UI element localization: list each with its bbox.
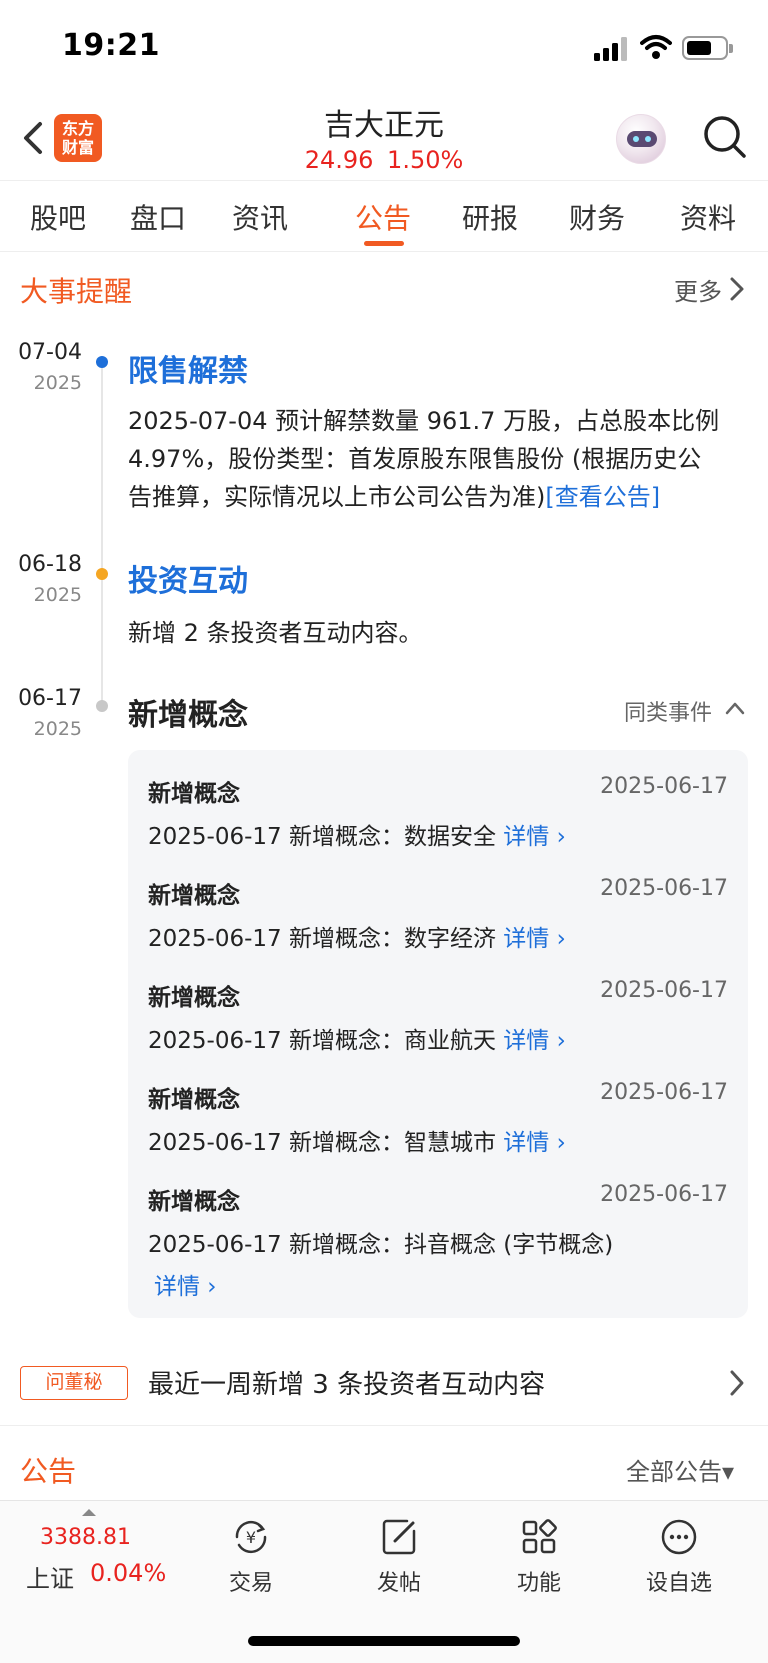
chevron-up-icon[interactable] (724, 700, 746, 716)
timeline-dot-gray (96, 700, 108, 712)
grid-apps-icon (522, 1519, 557, 1554)
secretary-badge: 问董秘 (20, 1366, 128, 1400)
concept-text: 2025-06-17 新增概念：智慧城市 (148, 1130, 496, 1156)
tab-news[interactable]: 资讯 (215, 197, 305, 237)
concept-title: 新增概念 (148, 781, 240, 807)
concept-title: 新增概念 (148, 1087, 240, 1113)
home-indicator[interactable] (248, 1636, 520, 1646)
tab-finance[interactable]: 财务 (552, 197, 642, 237)
event-year: 2025 (33, 718, 82, 740)
search-icon[interactable] (700, 112, 750, 162)
chevron-right-icon[interactable] (728, 276, 746, 302)
detail-link[interactable]: 详情 (503, 926, 549, 952)
logo-line2: 财富 (61, 138, 94, 157)
event-year: 2025 (33, 584, 82, 606)
detail-link[interactable]: 详情 (503, 824, 549, 850)
stock-header: 东方 财富 吉大正元 24.96 1.50% (0, 96, 768, 180)
event-body-line: 4.97%，股份类型：首发原股东限售股份 (根据历史公 (128, 445, 702, 473)
concept-title: 新增概念 (148, 985, 240, 1011)
detail-link[interactable]: 详情 (503, 1028, 549, 1054)
event-date: 06-17 (18, 686, 82, 711)
trade-icon: ¥ (235, 1520, 267, 1554)
timeline-dot-blue (96, 356, 108, 368)
same-events-toggle[interactable]: 同类事件 (624, 695, 712, 727)
tab-pankou[interactable]: 盘口 (113, 197, 203, 237)
concept-date: 2025-06-17 (600, 978, 728, 1003)
timeline-line (101, 360, 103, 710)
board-secretary-row[interactable]: 问董秘 最近一周新增 3 条投资者互动内容 (0, 1342, 768, 1426)
event-body: 新增 2 条投资者互动内容。 (128, 619, 423, 647)
concept-title: 新增概念 (148, 883, 240, 909)
chevron-right-icon (730, 1370, 744, 1396)
concept-text: 2025-06-17 新增概念：商业航天 (148, 1028, 496, 1054)
event-date: 06-18 (18, 552, 82, 577)
nav-label: 交易 (228, 1571, 273, 1596)
concept-text: 2025-06-17 新增概念：抖音概念 (字节概念) (148, 1232, 614, 1258)
events-section-title: 大事提醒 (20, 275, 133, 308)
tab-research[interactable]: 研报 (445, 197, 535, 237)
event-date: 07-04 (18, 340, 82, 365)
status-time: 19:21 (62, 28, 160, 63)
more-events-link[interactable]: 更多 (674, 272, 722, 307)
index-change[interactable]: 0.04% (90, 1559, 166, 1587)
detail-link[interactable]: 详情 (154, 1274, 200, 1300)
concept-text: 2025-06-17 新增概念：数据安全 (148, 824, 496, 850)
concept-date: 2025-06-17 (600, 1080, 728, 1105)
concept-date: 2025-06-17 (600, 876, 728, 901)
edit-post-icon (382, 1519, 416, 1555)
secretary-text: 最近一周新增 3 条投资者互动内容 (148, 1370, 546, 1400)
assistant-robot-icon[interactable] (616, 114, 666, 164)
event-title: 新增概念 (128, 698, 248, 733)
concept-date: 2025-06-17 (600, 774, 728, 799)
wifi-icon (640, 35, 672, 59)
index-value[interactable]: 3388.81 (40, 1525, 131, 1550)
nav-trade[interactable]: ¥ 交易 (196, 1515, 306, 1597)
stock-tabs: 股吧 盘口 资讯 公告 研报 财务 资料 (0, 180, 768, 252)
concept-date: 2025-06-17 (600, 1182, 728, 1207)
index-name[interactable]: 上证 (26, 1559, 74, 1594)
nav-add-watchlist[interactable]: 设自选 (624, 1515, 734, 1597)
concept-title: 新增概念 (148, 1189, 240, 1215)
nav-label: 功能 (516, 1571, 561, 1596)
view-announcement-link[interactable]: [查看公告] (545, 483, 660, 511)
back-arrow-icon[interactable] (18, 114, 48, 162)
chevron-right-icon: › (549, 824, 566, 850)
nav-label: 发帖 (376, 1571, 421, 1596)
svg-text:¥: ¥ (246, 1528, 256, 1547)
event-year: 2025 (33, 372, 82, 394)
stock-quote: 24.96 1.50% (284, 146, 484, 174)
stock-name: 吉大正元 (324, 108, 444, 143)
concept-list: 新增概念 2025-06-17 2025-06-17 新增概念：数据安全 详情 … (128, 750, 748, 1318)
event-body-line: 2025-07-04 预计解禁数量 961.7 万股，占总股本比例 (128, 407, 720, 435)
event-body-line: 告推算，实际情况以上市公司公告为准) (128, 483, 546, 511)
status-bar: 19:21 (0, 0, 768, 96)
stock-change-pct: 1.50% (387, 146, 464, 174)
event-title[interactable]: 投资互动 (128, 556, 248, 600)
nav-functions[interactable]: 功能 (484, 1515, 594, 1597)
nav-label: 设自选 (645, 1571, 712, 1596)
battery-icon (682, 36, 733, 60)
tab-profile[interactable]: 资料 (663, 197, 753, 237)
chevron-right-icon: › (549, 1028, 566, 1054)
chevron-right-icon: › (549, 1130, 566, 1156)
caret-up-icon (82, 1509, 96, 1516)
signal-icon (594, 37, 628, 61)
timeline-dot-orange (96, 568, 108, 580)
active-tab-indicator (364, 241, 404, 246)
concept-text: 2025-06-17 新增概念：数字经济 (148, 926, 496, 952)
event-title[interactable]: 限售解禁 (128, 346, 248, 390)
app-logo[interactable]: 东方 财富 (54, 114, 102, 162)
event-body: 2025-07-04 预计解禁数量 961.7 万股，占总股本比例 4.97%，… (128, 402, 748, 516)
tab-announcements[interactable]: 公告 (338, 197, 428, 237)
more-dots-icon (661, 1519, 697, 1555)
chevron-right-icon: › (549, 926, 566, 952)
stock-price: 24.96 (304, 146, 374, 174)
logo-line1: 东方 (61, 119, 94, 138)
detail-link[interactable]: 详情 (503, 1130, 549, 1156)
tab-guba[interactable]: 股吧 (13, 197, 103, 237)
all-notices-dropdown[interactable]: 全部公告▾ (626, 1452, 734, 1487)
chevron-right-icon: › (200, 1274, 217, 1300)
nav-post[interactable]: 发帖 (344, 1515, 454, 1597)
notice-section-title: 公告 (20, 1455, 77, 1488)
